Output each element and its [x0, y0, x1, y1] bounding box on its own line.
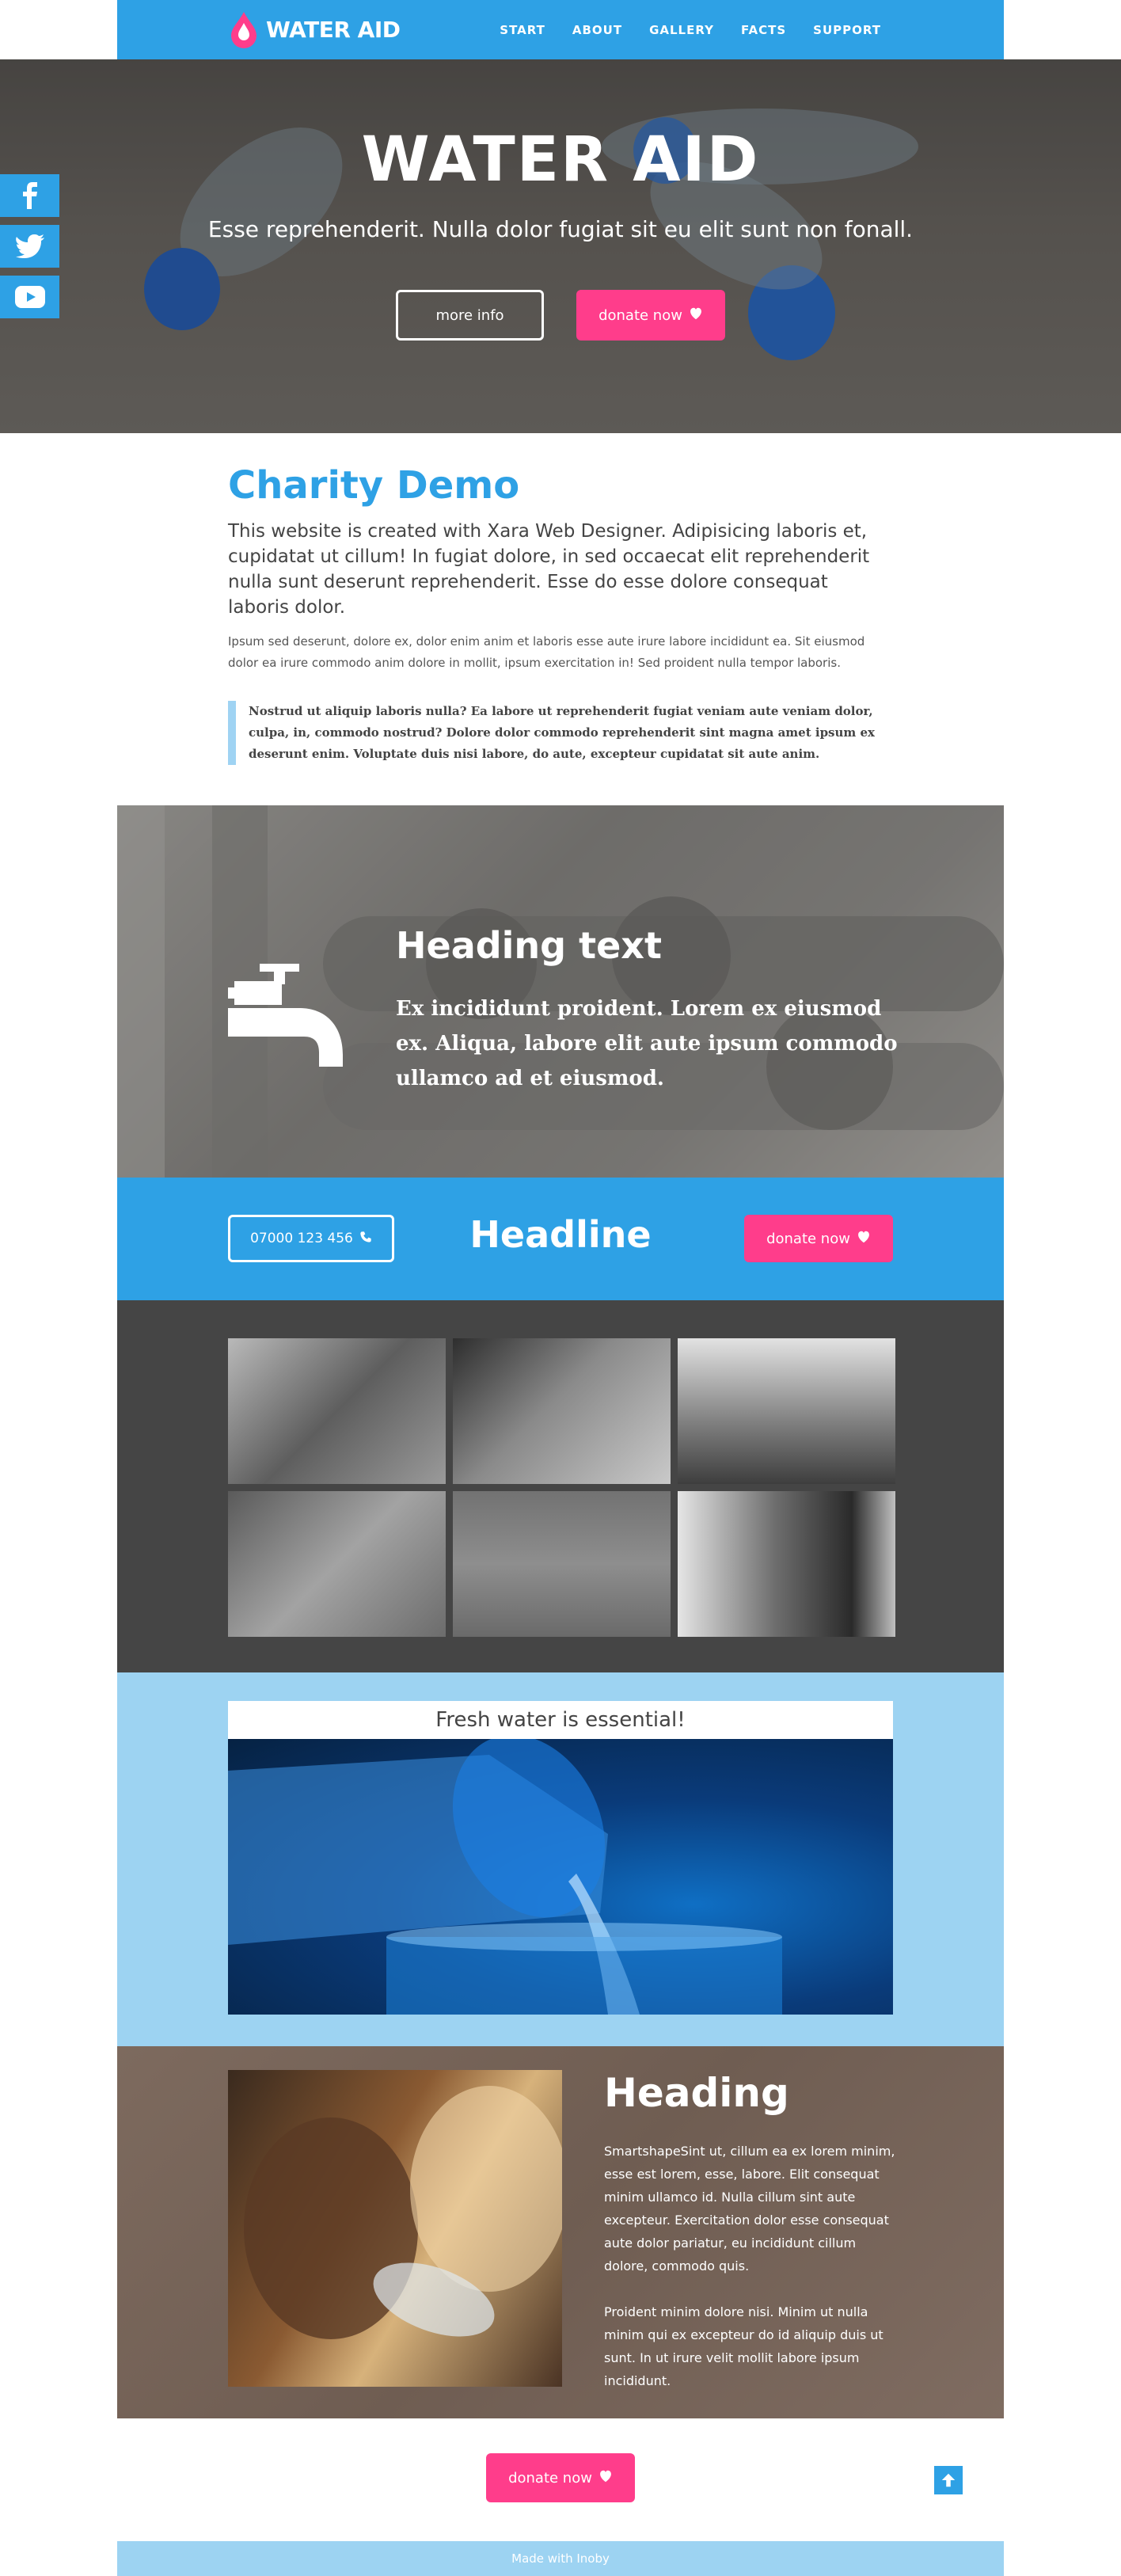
story-section: Heading SmartshapeSint ut, cillum ea ex … — [117, 2046, 1004, 2418]
fresh-water-caption: Fresh water is essential! — [435, 1708, 686, 1732]
scroll-to-top-icon[interactable] — [934, 2466, 963, 2494]
story-paragraph-2: Proident minim dolore nisi. Minim ut nul… — [604, 2304, 884, 2388]
nav-gallery[interactable]: GALLERY — [649, 23, 714, 37]
twitter-icon[interactable] — [0, 225, 59, 268]
gallery-photo[interactable] — [228, 1491, 446, 1637]
intro-body: Ipsum sed deserunt, dolore ex, dolor eni… — [228, 634, 865, 670]
cta-bar: 07000 123 456 Headline donate now — [117, 1178, 1004, 1300]
intro-quote: Nostrud ut aliquip laboris nulla? Ea lab… — [228, 701, 893, 765]
gallery-photo[interactable] — [453, 1338, 671, 1484]
feature-section: Heading text Ex incididunt proident. Lor… — [117, 805, 1004, 1178]
cta-donate-button[interactable]: donate now — [744, 1215, 893, 1262]
water-tap-icon — [228, 964, 343, 1070]
nav-support[interactable]: SUPPORT — [813, 23, 881, 37]
nav-start[interactable]: START — [500, 23, 545, 37]
gallery-photo[interactable] — [228, 1338, 446, 1484]
heart-icon — [689, 307, 703, 324]
donate-label: donate now — [766, 1230, 850, 1247]
intro-section: Charity Demo This website is created wit… — [228, 463, 893, 765]
feature-heading: Heading text — [396, 924, 662, 967]
donate-label: donate now — [598, 306, 682, 324]
gallery-photo[interactable] — [453, 1491, 671, 1637]
intro-lead: This website is created with Xara Web De… — [228, 521, 870, 618]
footer-credit: Made with Inoby — [117, 2541, 1004, 2576]
social-links — [0, 174, 59, 326]
top-navigation: WATER AID START ABOUT GALLERY FACTS SUPP… — [117, 0, 1004, 59]
hero-section: WATER AID Esse reprehenderit. Nulla dolo… — [0, 59, 1121, 433]
fresh-water-card: Fresh water is essential! — [228, 1701, 893, 2015]
main-menu: START ABOUT GALLERY FACTS SUPPORT — [500, 0, 881, 59]
heart-icon — [598, 2470, 613, 2487]
fresh-water-section: Fresh water is essential! — [117, 1672, 1004, 2046]
youtube-icon[interactable] — [0, 276, 59, 318]
water-pouring-image — [228, 1739, 893, 2015]
child-drinking-image — [228, 2070, 562, 2387]
heart-icon — [857, 1231, 871, 1247]
story-paragraph-1: SmartshapeSint ut, cillum ea ex lorem mi… — [604, 2144, 895, 2274]
nav-about[interactable]: ABOUT — [572, 23, 622, 37]
nav-facts[interactable]: FACTS — [741, 23, 786, 37]
gallery-photo[interactable] — [678, 1338, 895, 1484]
more-info-button[interactable]: more info — [396, 290, 544, 341]
gallery-section — [117, 1300, 1004, 1672]
logo-text: WATER AID — [266, 16, 401, 43]
footer-donate-button[interactable]: donate now — [486, 2453, 635, 2502]
story-text: SmartshapeSint ut, cillum ea ex lorem mi… — [604, 2140, 901, 2392]
hero-subtitle: Esse reprehenderit. Nulla dolor fugiat s… — [207, 216, 914, 242]
story-heading: Heading — [604, 2070, 789, 2116]
gallery-photo[interactable] — [678, 1491, 895, 1637]
photo-grid — [228, 1338, 895, 1637]
donate-now-button[interactable]: donate now — [576, 290, 725, 341]
logo[interactable]: WATER AID — [228, 10, 401, 49]
feature-text: Ex incididunt proident. Lorem ex eiusmod… — [396, 997, 898, 1090]
water-drop-icon — [228, 10, 260, 48]
facebook-icon[interactable] — [0, 174, 59, 217]
donate-label: donate now — [508, 2469, 592, 2487]
hero-title: WATER AID — [361, 124, 760, 196]
intro-title: Charity Demo — [228, 463, 520, 508]
